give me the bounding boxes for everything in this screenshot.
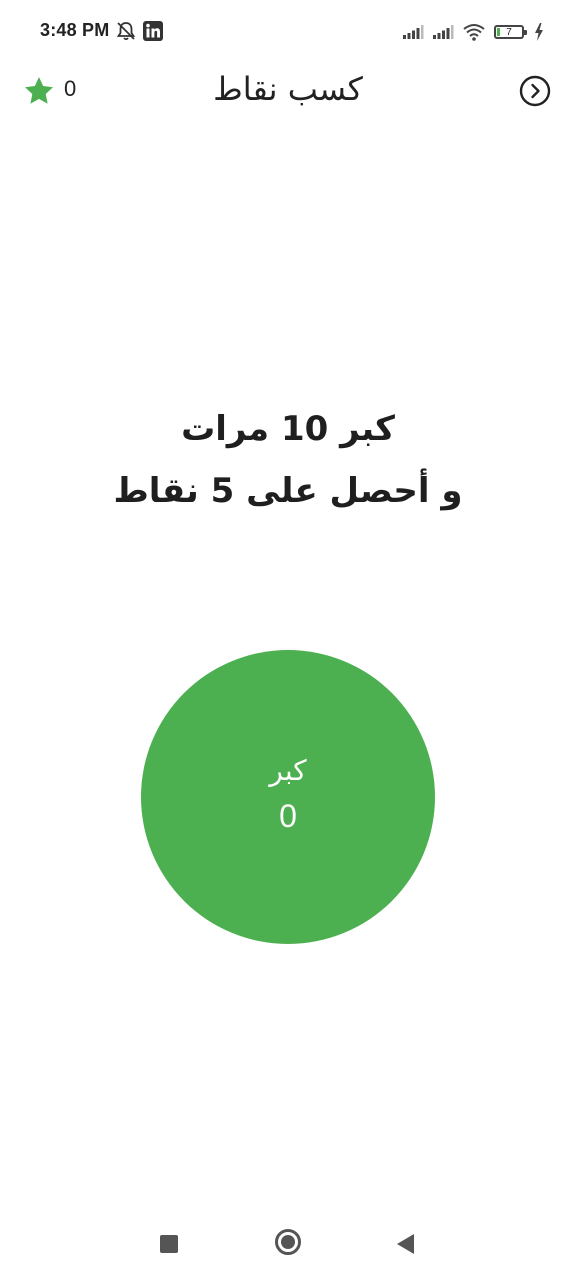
circle-chevron-right-icon[interactable]	[518, 74, 552, 108]
takbir-counter-button[interactable]: كبر 0	[141, 650, 435, 944]
counter-label: كبر	[269, 754, 307, 787]
status-right-group: 7	[402, 18, 544, 46]
counter-value: 0	[279, 798, 297, 834]
instruction-line-1: كبر 10 مرات	[181, 409, 395, 449]
system-nav-bar	[0, 1208, 576, 1280]
battery-icon: 7	[494, 25, 527, 39]
status-time: 3:48 PM	[40, 20, 110, 40]
status-bar: 3:48 PM 7	[0, 0, 576, 62]
charging-bolt-icon	[535, 23, 543, 41]
page-title: كسب نقاط	[213, 70, 363, 108]
app-bar: 0 كسب نقاط	[0, 62, 576, 120]
battery-level: 7	[506, 26, 512, 38]
instruction-text: كبر 10 مرات و أحصل على 5 نقاط	[0, 398, 576, 522]
cell-signal-icon	[433, 25, 454, 39]
linkedin-icon	[143, 21, 163, 41]
back-triangle-icon[interactable]	[397, 1234, 414, 1254]
instruction-line-2: و أحصل على 5 نقاط	[113, 471, 463, 511]
wifi-icon	[463, 24, 485, 41]
cell-signal-icon	[403, 25, 424, 39]
screen: 3:48 PM 7 0 كسب نقاط كبر 10 مرات و أحصل …	[0, 0, 576, 1280]
home-circle-icon[interactable]	[275, 1229, 301, 1255]
muted-bell-icon	[116, 22, 136, 41]
recents-square-icon[interactable]	[160, 1235, 178, 1253]
